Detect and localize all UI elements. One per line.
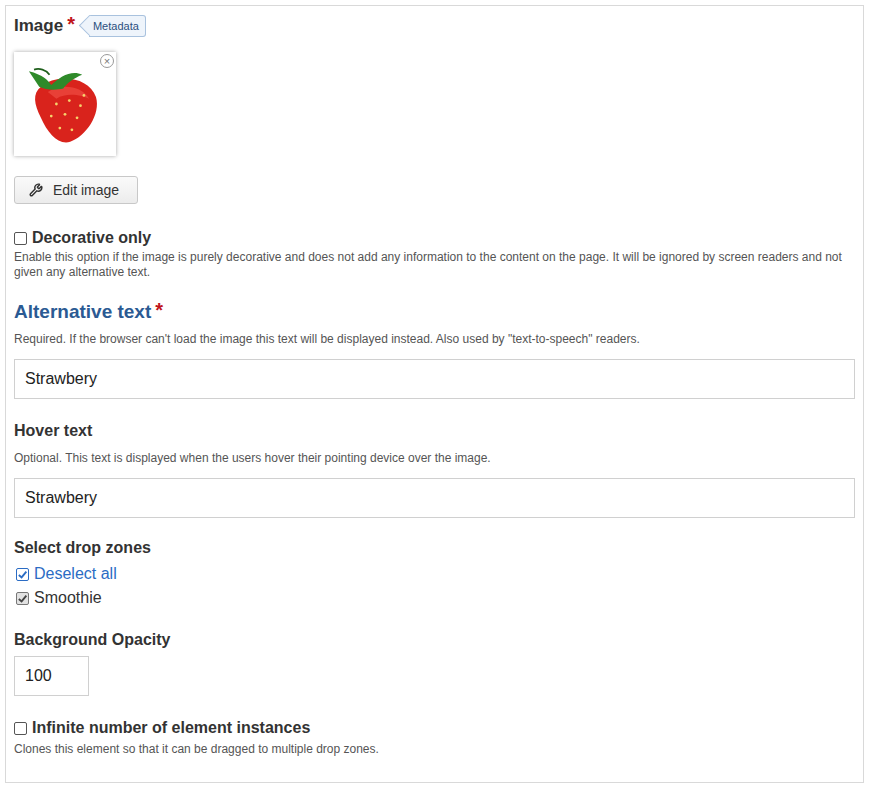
opacity-label: Background Opacity bbox=[14, 631, 170, 649]
page: Image*Metadata×Edit imageDecorative only… bbox=[0, 0, 869, 783]
check-icon bbox=[17, 593, 28, 604]
wrench-icon bbox=[29, 183, 43, 197]
infinite-description: Clones this element so that it can be dr… bbox=[14, 742, 855, 757]
required-mark: * bbox=[67, 14, 75, 34]
remove-image-button[interactable]: × bbox=[100, 54, 114, 68]
metadata-badge[interactable]: Metadata bbox=[89, 15, 146, 37]
decorative-description: Enable this option if the image is purel… bbox=[14, 250, 855, 280]
image-field-panel: Image*Metadata×Edit imageDecorative only… bbox=[5, 5, 864, 783]
text-field-input[interactable] bbox=[14, 359, 855, 399]
check-icon bbox=[17, 569, 28, 580]
opacity-label-row: Background Opacity bbox=[14, 628, 855, 652]
text-field-label-row: Alternative text* bbox=[14, 300, 855, 324]
edit-image-button[interactable]: Edit image bbox=[14, 176, 138, 204]
drop-zone-label: Smoothie bbox=[34, 589, 102, 607]
text-field-description: Required. If the browser can't load the … bbox=[14, 332, 855, 347]
text-field-label: Hover text bbox=[14, 422, 92, 440]
required-mark: * bbox=[155, 300, 163, 320]
text-field-input[interactable] bbox=[14, 478, 855, 518]
image-thumbnail: × bbox=[14, 52, 116, 156]
image-label: Image bbox=[14, 16, 63, 36]
image-label-row: Image* Metadata bbox=[14, 14, 855, 38]
opacity-input[interactable] bbox=[14, 656, 89, 696]
decorative-checkbox-row[interactable]: Decorative only bbox=[14, 228, 855, 248]
drop-zones-list: Deselect all Smoothie bbox=[14, 564, 855, 608]
drop-zones-label-row: Select drop zones bbox=[14, 536, 855, 560]
text-field-label: Alternative text bbox=[14, 301, 151, 323]
infinite-checkbox[interactable] bbox=[14, 722, 27, 735]
drop-zone-checkbox[interactable] bbox=[16, 592, 29, 605]
toggle-all-row[interactable]: Deselect all bbox=[16, 564, 855, 584]
drop-zone-row[interactable]: Smoothie bbox=[16, 588, 855, 608]
decorative-checkbox[interactable] bbox=[14, 232, 27, 245]
drop-zones-label: Select drop zones bbox=[14, 539, 151, 557]
toggle-all-link[interactable]: Deselect all bbox=[34, 565, 117, 583]
text-field-description: Optional. This text is displayed when th… bbox=[14, 451, 855, 466]
decorative-label: Decorative only bbox=[32, 229, 151, 247]
strawberry-image bbox=[22, 61, 108, 147]
infinite-label: Infinite number of element instances bbox=[32, 719, 310, 737]
text-field-label-row: Hover text bbox=[14, 419, 855, 443]
toggle-all-checkbox[interactable] bbox=[16, 568, 29, 581]
infinite-checkbox-row[interactable]: Infinite number of element instances bbox=[14, 718, 855, 738]
